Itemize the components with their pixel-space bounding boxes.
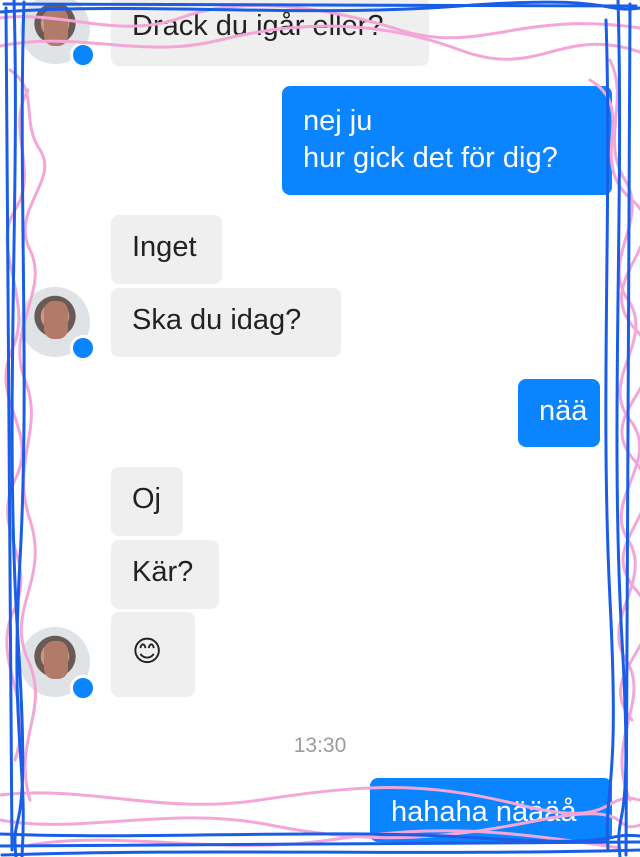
- contact-avatar[interactable]: [20, 627, 96, 701]
- outgoing-message[interactable]: nää: [518, 379, 600, 447]
- message-text-line-2: hur gick det för dig?: [303, 142, 558, 174]
- message-text: hahaha näääå: [391, 796, 577, 828]
- smiling-emoji: 😊: [132, 636, 163, 668]
- contact-avatar[interactable]: [20, 0, 96, 68]
- message-text: Inget: [132, 231, 197, 263]
- avatar-face: [44, 641, 68, 679]
- incoming-message[interactable]: 😊: [111, 612, 195, 697]
- contact-avatar[interactable]: [20, 287, 96, 361]
- message-text: Kär?: [132, 556, 194, 588]
- chat-thread: Drack du igår eller? nej ju hur gick det…: [0, 0, 640, 857]
- incoming-message[interactable]: Oj: [111, 467, 183, 536]
- message-text: Ska du idag?: [132, 304, 302, 336]
- incoming-message[interactable]: Ska du idag?: [111, 288, 341, 357]
- avatar-face: [44, 301, 68, 339]
- timestamp: 13:30: [293, 734, 347, 757]
- outgoing-message[interactable]: nej ju hur gick det för dig?: [282, 86, 612, 195]
- message-text: Drack du igår eller?: [132, 10, 384, 42]
- messenger-badge-icon: [70, 675, 96, 701]
- message-text: Oj: [132, 483, 161, 515]
- message-text-line-1: nej ju: [303, 105, 373, 137]
- outgoing-message[interactable]: hahaha näääå: [370, 778, 612, 842]
- messenger-badge-icon: [70, 335, 96, 361]
- incoming-message[interactable]: Drack du igår eller?: [111, 0, 429, 66]
- message-text: nää: [539, 395, 588, 427]
- incoming-message[interactable]: Kär?: [111, 540, 219, 609]
- messenger-badge-icon: [70, 42, 96, 68]
- incoming-message[interactable]: Inget: [111, 215, 222, 284]
- avatar-face: [44, 8, 68, 46]
